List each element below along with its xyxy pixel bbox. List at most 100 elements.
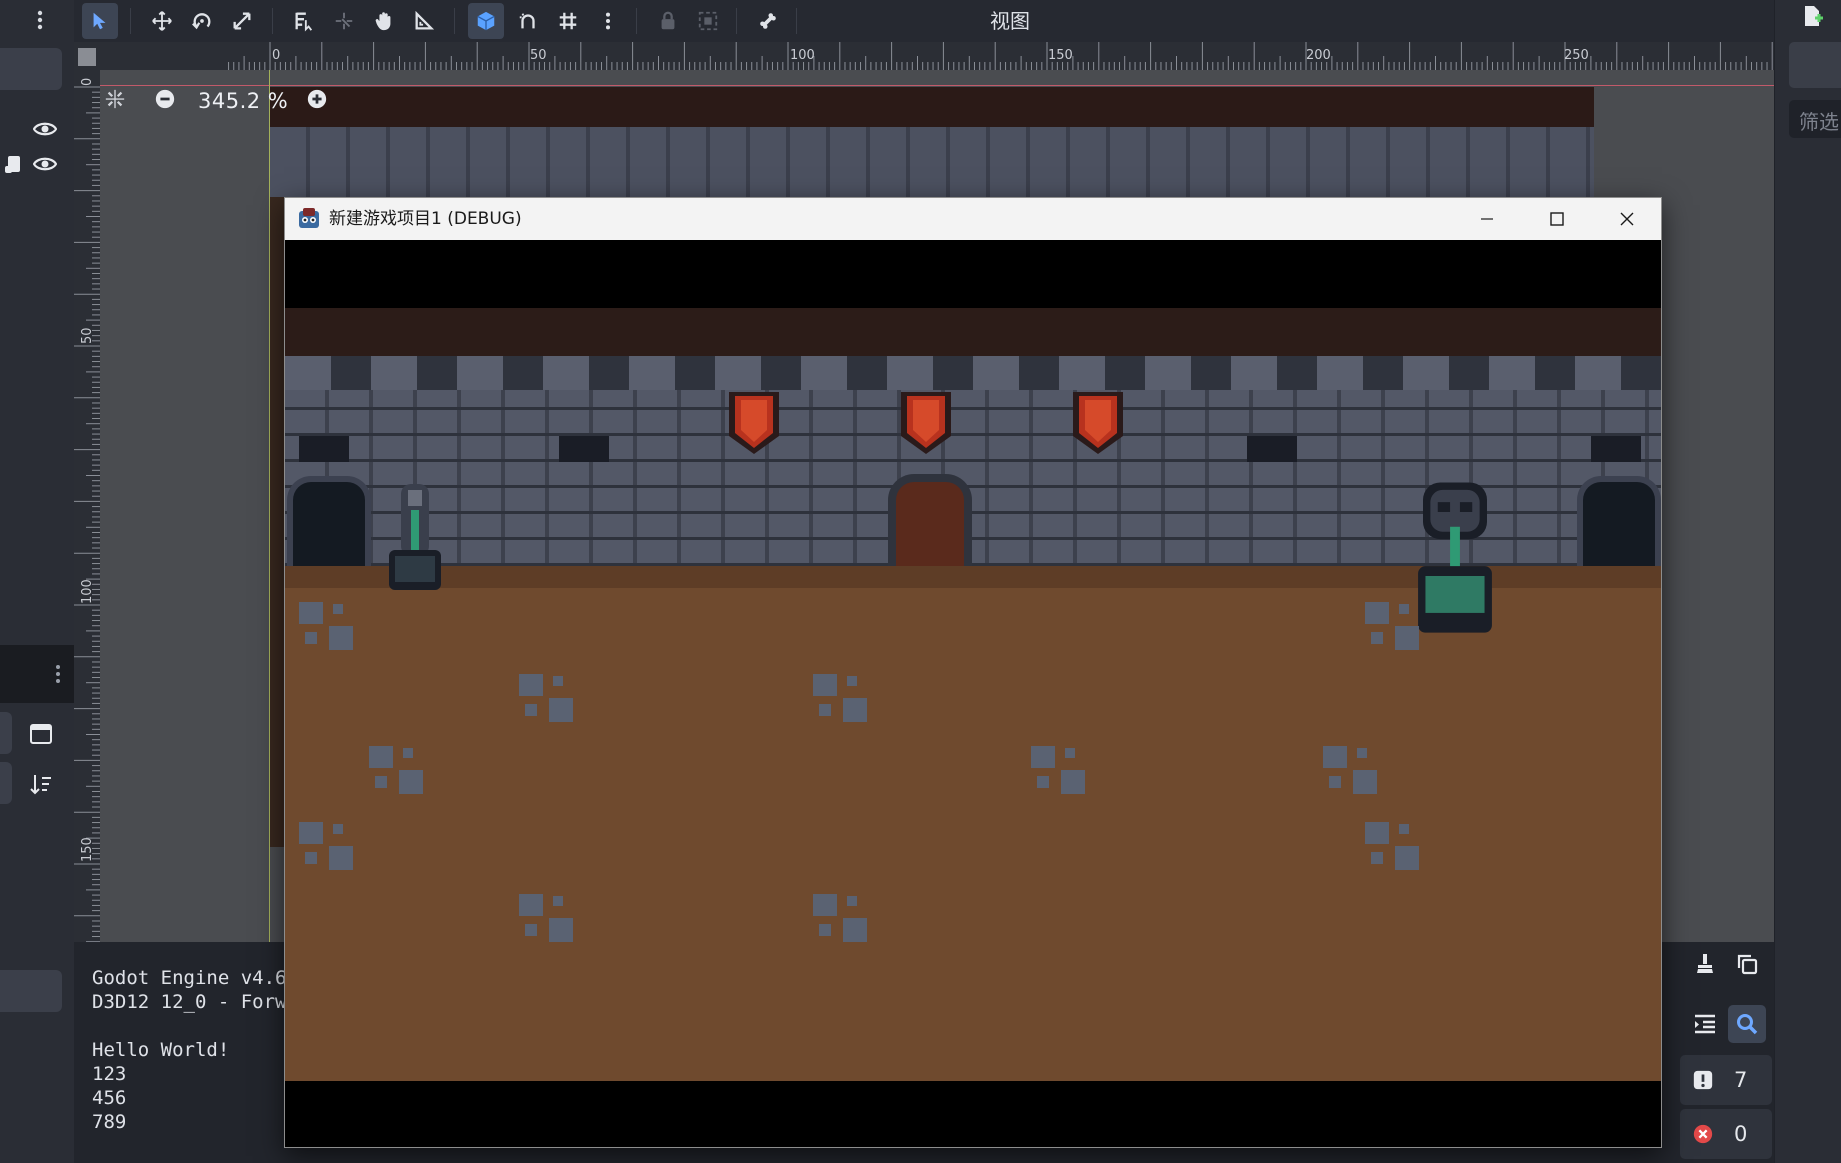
scene-wall: [270, 127, 1594, 197]
copy-icon: [1737, 954, 1758, 975]
game-canvas[interactable]: [285, 240, 1661, 1147]
split-view-icon[interactable]: [27, 720, 55, 748]
ruler-corner[interactable]: [74, 42, 100, 70]
group-icon: [698, 11, 718, 31]
minimize-button[interactable]: [1452, 198, 1522, 240]
scene-tree-header[interactable]: [0, 48, 62, 90]
ruler-label: 250: [1564, 48, 1589, 63]
path-field[interactable]: [0, 712, 12, 754]
zoom-value[interactable]: 345.2 %: [198, 89, 288, 113]
ruler-tool-button[interactable]: [406, 3, 442, 39]
visibility-eye-icon[interactable]: [31, 150, 59, 178]
inspector-search-field[interactable]: [1789, 42, 1841, 88]
scale-tool-button[interactable]: [224, 3, 260, 39]
red-banner: [729, 392, 779, 454]
smart-snap-button[interactable]: [468, 3, 504, 39]
wall-window: [299, 436, 349, 462]
warning-filter-button[interactable]: 7: [1680, 1055, 1772, 1105]
move-tool-button[interactable]: [144, 3, 180, 39]
ruler-ticks: [228, 42, 1773, 70]
collapse-output-button[interactable]: [1686, 1005, 1724, 1043]
red-banner: [901, 392, 951, 454]
ruler-label: 150: [80, 837, 95, 862]
skeleton-button[interactable]: [750, 3, 786, 39]
output-log[interactable]: Godot Engine v4.6 D3D12 12_0 - Forw Hello…: [92, 966, 286, 1134]
floor-stones: [1029, 744, 1099, 804]
snap-more-button[interactable]: [590, 3, 626, 39]
left-dock: [0, 0, 74, 1163]
warning-count: 7: [1734, 1068, 1748, 1092]
new-file-icon[interactable]: [1798, 2, 1826, 30]
pivot-tool-button[interactable]: [326, 3, 362, 39]
broom-icon: [1697, 954, 1713, 973]
snap-options-button[interactable]: [510, 3, 546, 39]
group-button[interactable]: [690, 3, 726, 39]
selectable-list-button[interactable]: [286, 3, 322, 39]
error-filter-button[interactable]: 0: [1680, 1109, 1772, 1159]
select-tool-button[interactable]: [82, 3, 118, 39]
search-output-button[interactable]: [1728, 1005, 1766, 1043]
floor-stones: [297, 600, 367, 660]
rotate-tool-button[interactable]: [184, 3, 220, 39]
window-titlebar[interactable]: 新建游戏项目1 (DEBUG): [285, 198, 1661, 240]
more-vertical-icon: [605, 12, 611, 30]
filter-input[interactable]: 筛选: [1789, 100, 1841, 138]
sort-icon[interactable]: [27, 770, 55, 798]
center-view-button[interactable]: [104, 88, 126, 114]
close-button[interactable]: [1592, 198, 1662, 240]
select-icon: [93, 12, 106, 30]
wall-battlement: [285, 356, 1661, 390]
filter-field[interactable]: [0, 762, 12, 804]
ruler-label: 100: [80, 579, 95, 604]
app-icon: [299, 208, 319, 228]
dungeon-floor: [285, 566, 1661, 1081]
output-line: Godot Engine v4.6: [92, 967, 287, 989]
wall-fountain: [389, 484, 441, 590]
visibility-eye-icon[interactable]: [31, 115, 59, 143]
more-vertical-icon[interactable]: [44, 660, 72, 688]
window-title: 新建游戏项目1 (DEBUG): [329, 209, 522, 229]
game-debug-window[interactable]: 新建游戏项目1 (DEBUG): [284, 197, 1662, 1148]
red-banner: [1073, 392, 1123, 454]
floor-stones: [297, 820, 367, 880]
zoom-in-button[interactable]: [306, 88, 328, 114]
minimize-icon: [1481, 218, 1493, 220]
wooden-door: [888, 474, 972, 566]
ruler-icon: [415, 10, 435, 30]
output-filter-field[interactable]: [0, 970, 62, 1012]
inspector-dock: 筛选: [1775, 0, 1841, 1163]
more-vertical-icon[interactable]: [26, 6, 54, 34]
grid-button[interactable]: [550, 3, 586, 39]
error-count: 0: [1734, 1122, 1748, 1146]
indent-list-icon: [1695, 1014, 1715, 1034]
lock-button[interactable]: [650, 3, 686, 39]
dark-doorway: [1577, 476, 1661, 566]
dungeon-ceiling: [285, 308, 1661, 356]
floor-stones: [811, 672, 881, 732]
clear-output-button[interactable]: [1686, 945, 1724, 983]
zoom-in-icon: [308, 89, 327, 109]
output-line: 789: [92, 1111, 127, 1133]
canvas-toolbar: 视图: [74, 0, 1774, 42]
output-line: Hello World!: [92, 1039, 230, 1061]
floor-stones: [367, 744, 437, 804]
pan-tool-button[interactable]: [366, 3, 402, 39]
zoom-out-button[interactable]: [154, 88, 176, 114]
warning-icon: [1693, 1070, 1713, 1090]
copy-output-button[interactable]: [1728, 945, 1766, 983]
ruler-label: 200: [1306, 48, 1331, 63]
rotate-icon: [192, 13, 211, 30]
zoom-out-icon: [155, 89, 175, 109]
wall-window: [1591, 436, 1641, 462]
grid-icon: [559, 12, 577, 30]
ruler-ticks: [74, 86, 100, 942]
maximize-button[interactable]: [1522, 198, 1592, 240]
horizontal-ruler[interactable]: 0 50 100 150 200 250: [74, 42, 1774, 70]
center-view-icon: [105, 89, 125, 109]
view-menu[interactable]: 视图: [990, 6, 1030, 36]
ruler-label: 0: [272, 48, 281, 63]
output-line: 456: [92, 1087, 127, 1109]
floor-stones: [1363, 600, 1433, 660]
vertical-ruler[interactable]: 0 50 100 150: [74, 42, 100, 942]
script-icon[interactable]: [0, 150, 28, 178]
